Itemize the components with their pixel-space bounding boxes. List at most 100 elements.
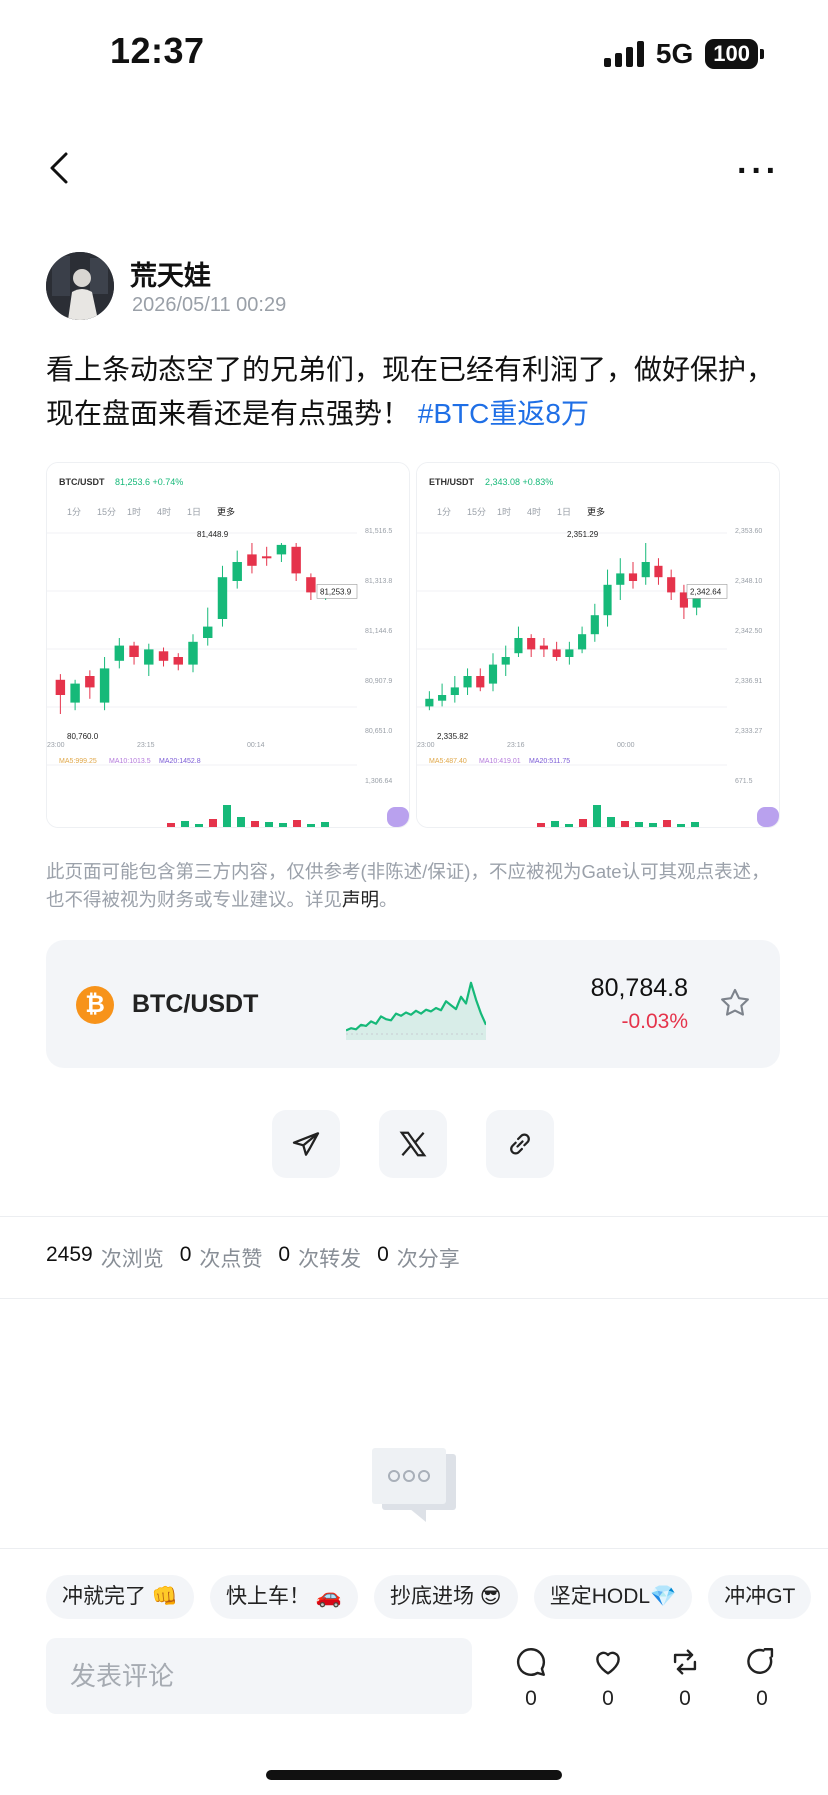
candle-body	[616, 573, 625, 585]
quick-reply-chip[interactable]: 坚定HODL💎	[533, 1575, 693, 1619]
post-image-btc[interactable]: BTC/USDT 81,253.6 +0.74% 1分 15分 1时 4时 1日 更多 81,5…	[46, 462, 410, 828]
chart-last-price-label: 81,253.9	[320, 587, 352, 596]
candle-body	[99, 668, 110, 703]
quick-reply-chip[interactable]: 快上车！ 🚗	[209, 1575, 358, 1619]
link-icon	[510, 1133, 530, 1155]
candle-body	[247, 554, 257, 566]
author-name[interactable]: 荒天娃	[130, 254, 211, 293]
volume-bar	[551, 821, 559, 827]
candle-body	[306, 577, 316, 593]
candle-body	[188, 641, 198, 665]
chart-corner-badge	[757, 807, 779, 827]
comment-action[interactable]: 0	[506, 1645, 556, 1711]
post-content: 看上条动态空了的兄弟们，现在已经有利润了，做好保护，现在盘面来看还是有点强势！ …	[46, 348, 786, 436]
chart-low-label: 80,760.0	[67, 732, 99, 741]
more-options-button[interactable]: ···	[737, 152, 780, 191]
candle-body	[203, 626, 213, 638]
chart-ma-label: MA20:511.75	[529, 758, 570, 765]
post-image-eth[interactable]: ETH/USDT 2,343.08 +0.83% 1分 15分 1时 4时 1日 更多 2,35…	[416, 462, 780, 828]
candle-body	[291, 546, 301, 574]
candle-body	[539, 645, 548, 650]
disclaimer-end: 。	[379, 889, 398, 910]
disclaimer-link[interactable]: 声明	[342, 889, 379, 910]
share-telegram-button[interactable]	[272, 1110, 340, 1178]
candle-body	[144, 649, 154, 665]
disclaimer-text: 此页面可能包含第三方内容，仅供参考(非陈述/保证)，不应被视为Gate认可其观点…	[46, 861, 770, 910]
copy-link-button[interactable]	[486, 1110, 554, 1178]
share-count: 0	[756, 1687, 768, 1710]
volume-bar	[265, 822, 273, 827]
repost-action[interactable]: 0	[660, 1645, 710, 1711]
btc-candlestick-chart: BTC/USDT 81,253.6 +0.74% 1分 15分 1时 4时 1日 更多 81,5…	[47, 463, 409, 827]
chart-axis-label: 2,333.27	[735, 728, 762, 735]
divider	[0, 1298, 828, 1299]
volume-bar	[537, 823, 545, 827]
avatar[interactable]	[46, 252, 114, 320]
favorite-button[interactable]	[718, 986, 752, 1020]
comment-count: 0	[525, 1687, 537, 1710]
chart-time-label: 23:15	[137, 742, 155, 749]
shares-count: 0	[377, 1243, 389, 1266]
volume-bar	[607, 817, 615, 827]
chevron-left-icon	[50, 152, 68, 184]
ticker-price: 80,784.8	[590, 974, 688, 1002]
chart-axis-label: 80,907.9	[365, 678, 392, 685]
repost-icon	[673, 1649, 697, 1675]
volume-bar	[195, 824, 203, 827]
back-button[interactable]	[44, 148, 74, 188]
share-icon	[747, 1648, 774, 1674]
share-action[interactable]: 0	[737, 1645, 787, 1711]
share-x-button[interactable]	[379, 1110, 447, 1178]
repost-count: 0	[679, 1687, 691, 1710]
chart-time-label: 00:14	[247, 742, 265, 749]
quick-reply-chip[interactable]: 抄底进场 😎	[373, 1575, 518, 1619]
volume-bar	[321, 822, 329, 827]
chart-axis-label: 81,313.8	[365, 578, 392, 585]
candle-body	[501, 657, 510, 665]
more-icon: ···	[737, 152, 780, 190]
quick-replies: 冲就完了 👊 快上车！ 🚗 抄底进场 😎 坚定HODL💎 冲冲GT	[46, 1575, 812, 1619]
like-action[interactable]: 0	[583, 1645, 633, 1711]
post-timestamp: 2026/05/11 00:29	[132, 294, 287, 316]
avatar-image	[46, 252, 114, 320]
battery-icon: 100	[705, 39, 764, 69]
candle-body	[463, 676, 472, 688]
chart-interval-tab: 1日	[187, 507, 201, 517]
candle-body	[590, 615, 599, 635]
volume-bar	[565, 824, 573, 827]
volume-bar	[237, 817, 245, 827]
chart-corner-badge	[387, 807, 409, 827]
volume-bar	[223, 805, 231, 827]
candle-body	[565, 649, 574, 657]
volume-bar	[621, 821, 629, 827]
chart-axis-label: 2,348.10	[735, 578, 762, 585]
home-indicator	[266, 1770, 562, 1780]
hashtag-link[interactable]: #BTC重返8万	[418, 398, 589, 429]
chart-interval-tab: 1分	[437, 507, 451, 517]
comment-input[interactable]	[46, 1638, 472, 1714]
candle-body	[85, 676, 95, 688]
chart-interval-tab: 15分	[467, 507, 486, 517]
chart-axis-label: 81,516.5	[365, 528, 392, 535]
volume-bar	[635, 822, 643, 827]
candle-body	[232, 562, 242, 581]
candle-body	[55, 679, 66, 695]
chart-time-label: 00:00	[617, 742, 635, 749]
candle-body	[578, 634, 587, 650]
post-body: 看上条动态空了的兄弟们，现在已经有利润了，做好保护，现在盘面来看还是有点强势！	[46, 354, 775, 429]
volume-bar	[251, 821, 259, 827]
candle-body	[261, 556, 272, 559]
chart-interval-tab: 1时	[127, 506, 141, 517]
ticker-change: -0.03%	[621, 1010, 688, 1033]
chart-high-label: 81,448.9	[197, 530, 229, 539]
quick-reply-chip[interactable]: 冲冲GT	[708, 1575, 812, 1619]
likes-count: 0	[179, 1243, 192, 1266]
candle-body	[173, 657, 183, 665]
chart-last-price-label: 2,342.64	[690, 587, 722, 596]
candle-body	[129, 645, 139, 657]
ticker-card[interactable]: ₿ BTC/USDT 80,784.8 -0.03%	[46, 940, 780, 1068]
chart-ma-label: MA10:419.01	[479, 758, 521, 765]
quick-reply-chip[interactable]: 冲就完了 👊	[46, 1575, 194, 1619]
candle-body	[158, 651, 169, 661]
chart-ma-label: MA5:999.25	[59, 758, 97, 765]
